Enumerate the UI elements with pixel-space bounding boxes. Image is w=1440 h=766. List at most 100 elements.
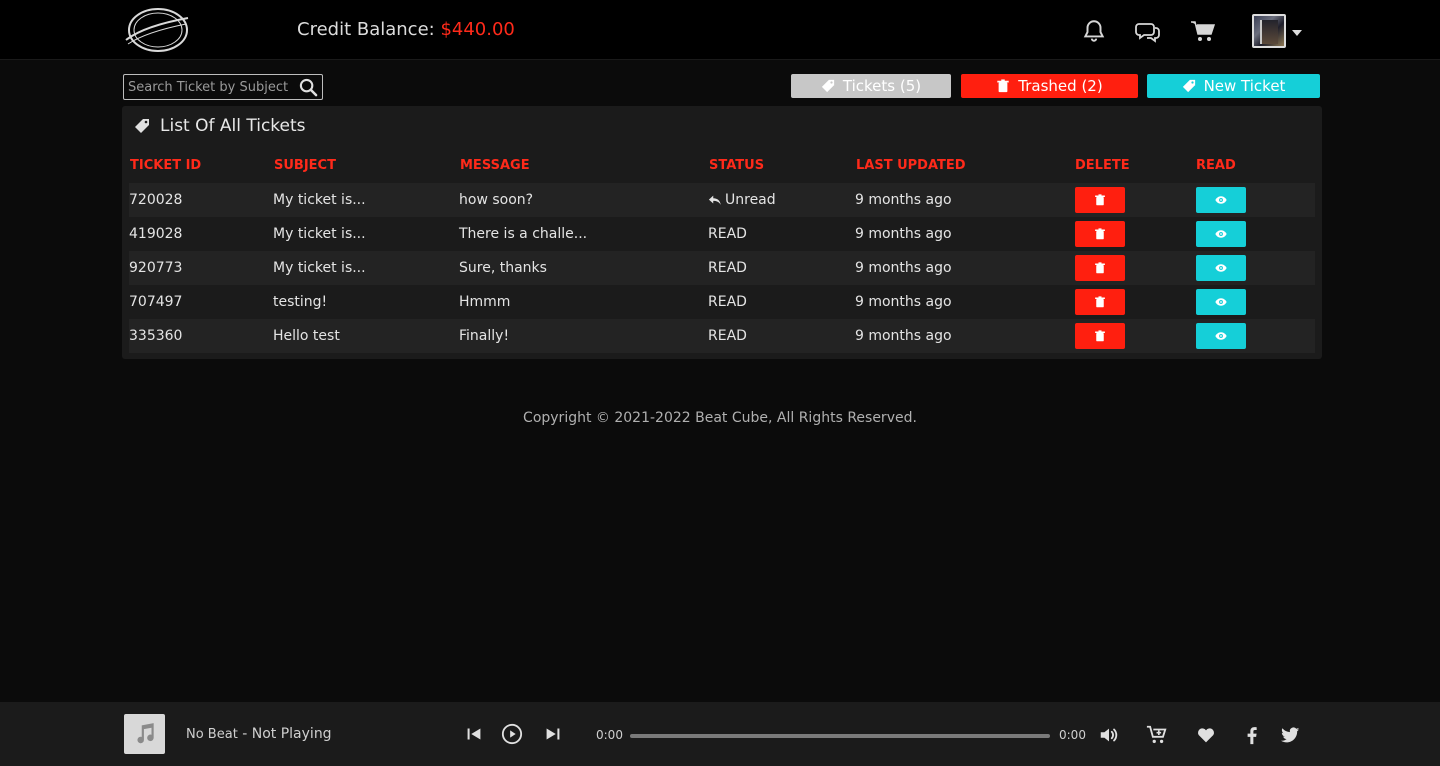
trashed-label: Trashed (2) (1018, 77, 1103, 95)
delete-button[interactable] (1075, 255, 1125, 281)
read-button[interactable] (1196, 221, 1246, 247)
table-row: 920773 My ticket is... Sure, thanks READ… (129, 251, 1315, 285)
volume-button[interactable] (1098, 724, 1120, 746)
ticket-icon (135, 119, 149, 133)
credit-label: Credit Balance: (297, 19, 435, 40)
favorite-button[interactable] (1195, 724, 1217, 746)
ticket-subject: My ticket is... (273, 192, 366, 208)
tickets-label: Tickets (5) (842, 77, 922, 95)
skip-back-icon (467, 728, 481, 740)
ticket-status-text: Unread (725, 192, 776, 208)
ticket-icon (821, 79, 835, 93)
player-state: Not Playing (251, 726, 332, 742)
ticket-last-updated: 9 months ago (855, 226, 952, 242)
ticket-last-updated: 9 months ago (855, 192, 952, 208)
play-button[interactable] (501, 722, 523, 746)
ticket-subject: My ticket is... (273, 226, 366, 242)
next-track-button[interactable] (542, 722, 564, 746)
trash-icon (1095, 262, 1105, 274)
music-note-icon (136, 723, 154, 744)
ticket-id: 335360 (129, 328, 183, 344)
play-circle-icon (501, 723, 523, 745)
now-playing: No Beat - Not Playing (186, 726, 332, 742)
seek-bar[interactable] (630, 734, 1050, 738)
eye-icon (1215, 196, 1227, 204)
cart-icon[interactable] (1190, 18, 1216, 44)
column-header-ticket-id: TICKET ID (130, 158, 202, 173)
column-header-read: READ (1196, 158, 1236, 173)
ticket-icon (1182, 79, 1195, 93)
read-button[interactable] (1196, 187, 1246, 213)
new-ticket-label: New Ticket (1203, 77, 1286, 95)
top-navbar: Credit Balance: $440.00 (0, 0, 1440, 60)
bell-icon[interactable] (1081, 18, 1107, 44)
ticket-search (123, 74, 323, 100)
twitter-share-button[interactable] (1279, 724, 1301, 746)
facebook-share-button[interactable] (1241, 724, 1263, 746)
ticket-subject: testing! (273, 294, 328, 310)
trashed-button[interactable]: Trashed (2) (961, 74, 1138, 98)
table-row: 720028 My ticket is... how soon? Unread … (129, 183, 1315, 217)
ticket-last-updated: 9 months ago (855, 294, 952, 310)
previous-track-button[interactable] (463, 722, 485, 746)
chat-icon[interactable] (1135, 18, 1161, 44)
ticket-last-updated: 9 months ago (855, 260, 952, 276)
ticket-id: 419028 (129, 226, 183, 242)
eye-icon (1215, 230, 1227, 238)
tickets-button[interactable]: Tickets (5) (791, 74, 951, 98)
table-row: 419028 My ticket is... There is a challe… (129, 217, 1315, 251)
trash-icon (1095, 228, 1105, 240)
tickets-table: 720028 My ticket is... how soon? Unread … (129, 183, 1315, 353)
new-ticket-button[interactable]: New Ticket (1147, 74, 1320, 98)
search-input[interactable] (128, 78, 296, 96)
ticket-message: how soon? (459, 192, 534, 208)
search-icon[interactable] (299, 78, 318, 97)
read-button[interactable] (1196, 323, 1246, 349)
ticket-message: There is a challe... (459, 226, 588, 242)
column-header-subject: SUBJECT (274, 158, 336, 173)
column-header-delete: DELETE (1075, 158, 1130, 173)
table-row: 707497 testing! Hmmm READ 9 months ago (129, 285, 1315, 319)
volume-icon (1100, 728, 1118, 742)
ticket-message: Hmmm (459, 294, 511, 310)
table-header: TICKET ID SUBJECT MESSAGE STATUS LAST UP… (130, 158, 1316, 178)
panel-title: List Of All Tickets (134, 116, 306, 136)
ticket-status: READ (708, 328, 747, 344)
copyright-text: Copyright © 2021-2022 Beat Cube, All Rig… (523, 410, 917, 426)
delete-button[interactable] (1075, 323, 1125, 349)
read-button[interactable] (1196, 289, 1246, 315)
credit-amount: $440.00 (440, 19, 515, 40)
beat-name: No Beat (186, 727, 238, 742)
skip-forward-icon (546, 728, 560, 740)
ticket-subject: Hello test (273, 328, 340, 344)
eye-icon (1215, 264, 1227, 272)
eye-icon (1215, 332, 1227, 340)
ticket-message: Finally! (459, 328, 510, 344)
beat-cube-logo[interactable] (124, 6, 190, 54)
delete-button[interactable] (1075, 221, 1125, 247)
heart-icon (1198, 728, 1214, 743)
avatar[interactable] (1252, 14, 1286, 48)
twitter-icon (1280, 727, 1300, 743)
profile-menu[interactable] (1252, 14, 1302, 50)
audio-player: No Beat - Not Playing 0:00 0:00 (0, 702, 1440, 766)
now-playing-separator: - (237, 726, 252, 742)
ticket-last-updated: 9 months ago (855, 328, 952, 344)
credit-balance: Credit Balance: $440.00 (297, 19, 515, 40)
total-time: 0:00 (1059, 728, 1086, 742)
delete-button[interactable] (1075, 289, 1125, 315)
table-row: 335360 Hello test Finally! READ 9 months… (129, 319, 1315, 353)
read-button[interactable] (1196, 255, 1246, 281)
trash-icon (1095, 330, 1105, 342)
add-to-cart-button[interactable] (1146, 724, 1168, 746)
ticket-id: 920773 (129, 260, 183, 276)
reply-icon (708, 195, 721, 205)
column-header-message: MESSAGE (460, 158, 530, 173)
delete-button[interactable] (1075, 187, 1125, 213)
ticket-status: Unread (708, 192, 776, 208)
column-header-last-updated: LAST UPDATED (856, 158, 966, 173)
caret-down-icon[interactable] (1292, 30, 1302, 36)
ticket-status: READ (708, 260, 747, 276)
ticket-status: READ (708, 294, 747, 310)
facebook-icon (1247, 727, 1257, 745)
